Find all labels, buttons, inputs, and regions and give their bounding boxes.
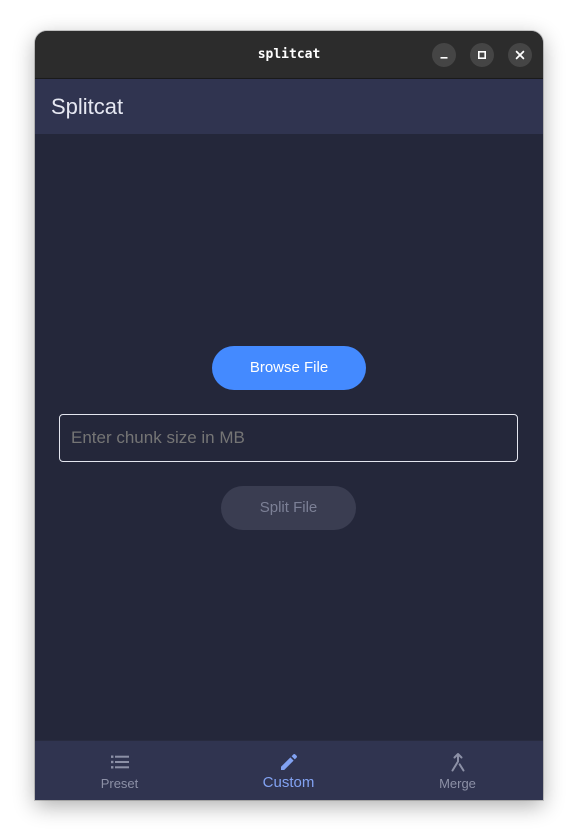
app-window: splitcat Splitcat Browse File Split File <box>35 31 543 800</box>
pencil-icon <box>280 754 297 770</box>
main-content: Browse File Split File <box>35 134 543 740</box>
chunk-size-input[interactable] <box>59 414 518 462</box>
close-icon <box>515 50 525 60</box>
window-titlebar[interactable]: splitcat <box>35 31 543 79</box>
split-file-button[interactable]: Split File <box>221 486 356 530</box>
nav-label-merge: Merge <box>439 776 476 791</box>
nav-item-preset[interactable]: Preset <box>35 741 204 800</box>
maximize-icon <box>477 50 487 60</box>
minimize-icon <box>440 57 448 59</box>
app-bar: Splitcat <box>35 79 543 134</box>
close-button[interactable] <box>508 43 532 67</box>
nav-label-custom: Custom <box>262 774 315 791</box>
bottom-navigation: Preset Custom Merge <box>35 740 543 800</box>
app-title: Splitcat <box>51 94 124 119</box>
merge-icon <box>451 753 464 772</box>
browse-file-button[interactable]: Browse File <box>212 346 366 390</box>
list-icon <box>110 755 129 769</box>
minimize-button[interactable] <box>432 43 456 67</box>
window-title: splitcat <box>257 47 321 62</box>
maximize-button[interactable] <box>470 43 494 67</box>
nav-label-preset: Preset <box>100 776 139 791</box>
nav-item-merge[interactable]: Merge <box>373 741 542 800</box>
nav-item-custom[interactable]: Custom <box>204 741 373 800</box>
